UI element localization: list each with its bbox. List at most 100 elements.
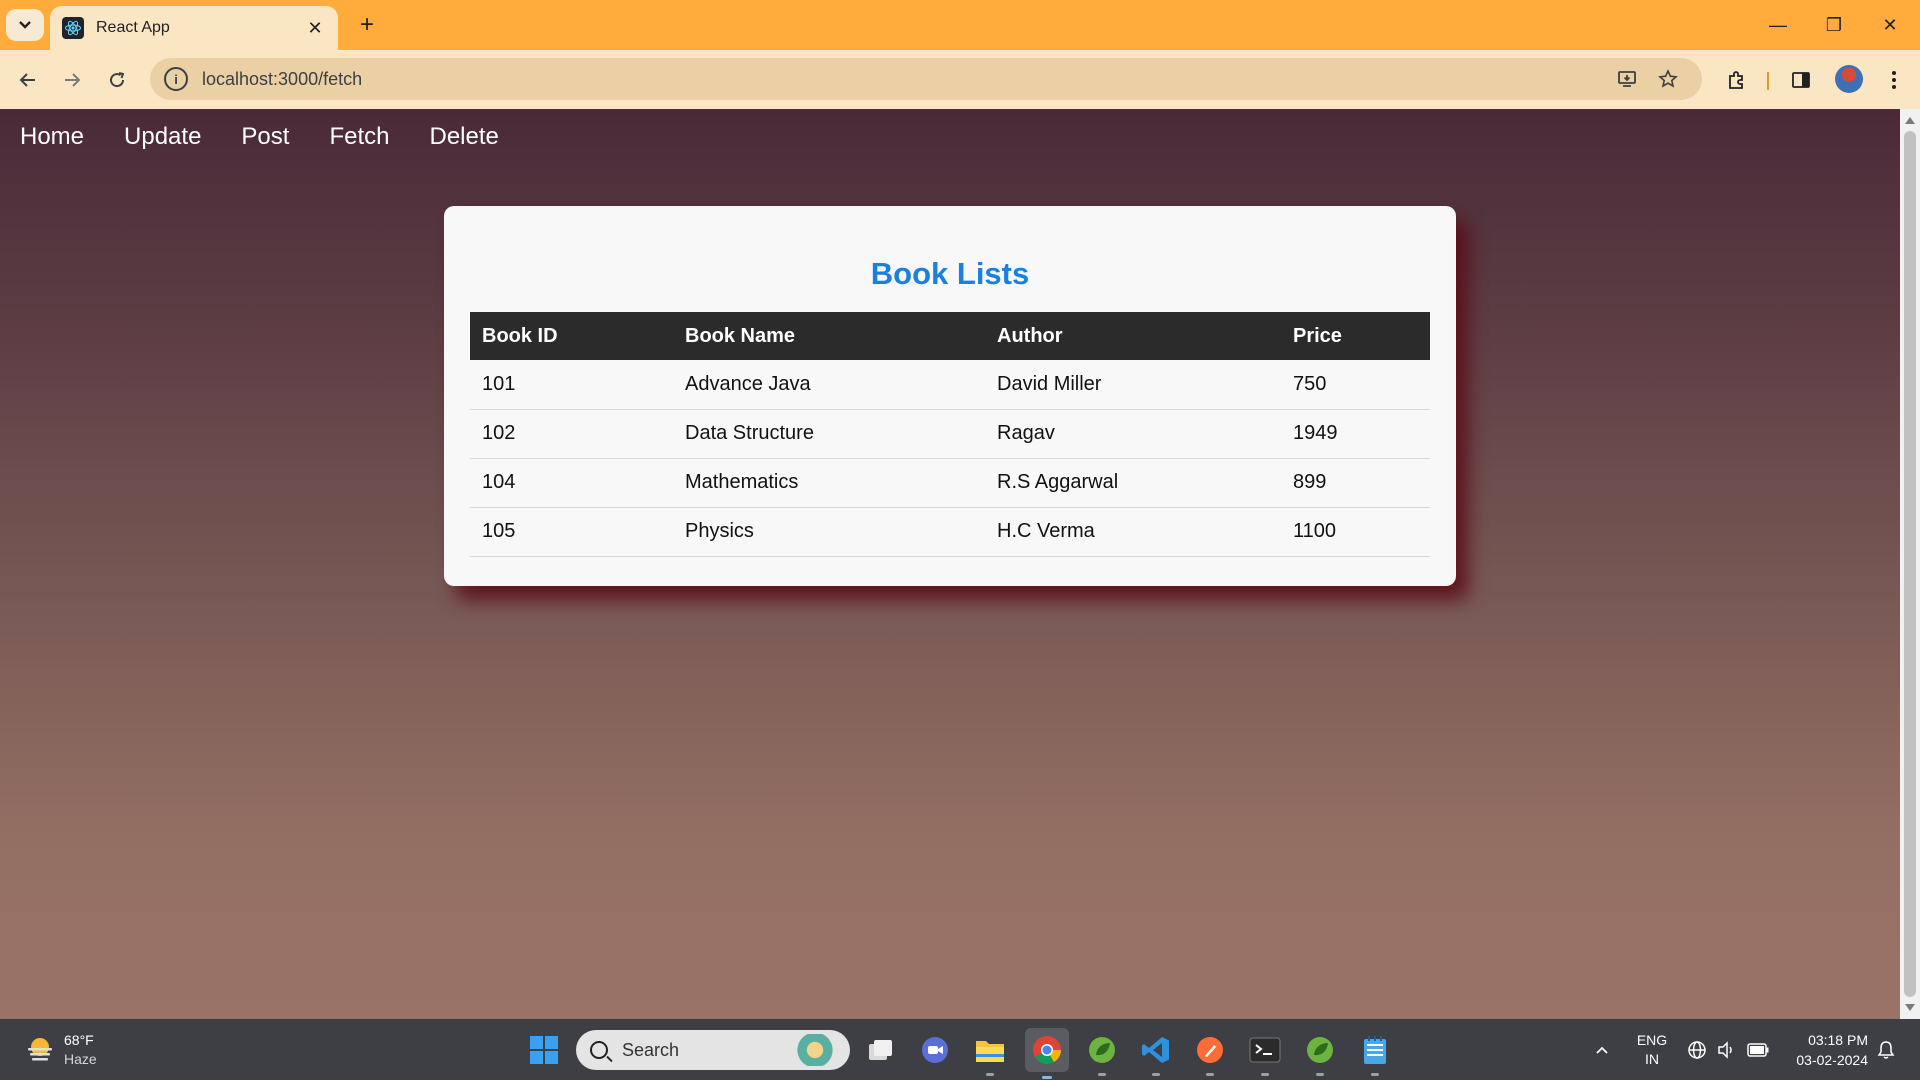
spring-tool-suite-2-icon[interactable] (1301, 1031, 1339, 1076)
running-indicator (1371, 1073, 1379, 1076)
tab-search-button[interactable] (6, 9, 44, 41)
cell-price: 899 (1281, 458, 1430, 508)
cell-book-name: Mathematics (673, 458, 985, 508)
profile-avatar[interactable] (1835, 65, 1863, 93)
table-row: 101 Advance Java David Miller 750 (470, 360, 1430, 410)
running-indicator (986, 1073, 994, 1076)
side-panel-icon[interactable] (1787, 66, 1815, 94)
tab-title: React App (96, 19, 170, 36)
teams-meet-icon[interactable] (916, 1031, 954, 1069)
react-logo-icon (62, 17, 84, 39)
windows-taskbar: 68°F Haze Search ENG IN 03:18 PM 03-02-2… (0, 1019, 1920, 1080)
running-indicator (1316, 1073, 1324, 1076)
cell-book-id: 104 (470, 458, 673, 508)
address-bar[interactable]: i localhost:3000/fetch (150, 58, 1702, 100)
toolbar-divider (1767, 72, 1769, 90)
kebab-menu-icon[interactable] (1880, 66, 1908, 94)
notepad-icon[interactable] (1356, 1031, 1394, 1076)
haze-sun-icon[interactable] (24, 1035, 56, 1063)
weather-temperature[interactable]: 68°F (64, 1032, 94, 1048)
notification-bell-icon[interactable] (1874, 1019, 1898, 1080)
close-window-button[interactable]: ✕ (1862, 0, 1918, 50)
chrome-icon[interactable] (1025, 1028, 1069, 1079)
postman-icon[interactable] (1191, 1031, 1229, 1076)
browser-tab-strip: React App ✕ + — ❐ ✕ (0, 0, 1920, 50)
cell-book-id: 102 (470, 409, 673, 459)
cell-book-name: Advance Java (673, 360, 985, 410)
restore-button[interactable]: ❐ (1806, 0, 1862, 50)
bookmark-star-icon[interactable] (1656, 67, 1680, 91)
back-button[interactable] (10, 62, 46, 98)
file-explorer-icon[interactable] (971, 1031, 1009, 1076)
network-globe-icon[interactable] (1685, 1019, 1709, 1080)
page-viewport: Home Update Post Fetch Delete Book Lists… (0, 109, 1900, 1019)
cell-author: R.S Aggarwal (985, 458, 1281, 508)
nav-update[interactable]: Update (124, 123, 201, 151)
clock-date[interactable]: 03-02-2024 (1784, 1052, 1868, 1068)
spring-tool-suite-icon[interactable] (1083, 1031, 1121, 1076)
show-hidden-icons-chevron-up-icon[interactable] (1590, 1019, 1614, 1080)
tab-close-icon[interactable]: ✕ (304, 17, 326, 39)
chevron-down-icon (19, 21, 31, 29)
reload-icon (110, 72, 125, 88)
table-header-row: Book ID Book Name Author Price (470, 312, 1430, 360)
nav-fetch[interactable]: Fetch (329, 123, 389, 151)
terminal-icon[interactable] (1246, 1031, 1284, 1076)
running-indicator (1261, 1073, 1269, 1076)
running-indicator (1206, 1073, 1214, 1076)
scroll-up-arrow-icon[interactable] (1905, 117, 1915, 124)
nav-delete[interactable]: Delete (429, 123, 498, 151)
search-icon (590, 1041, 608, 1059)
weather-description[interactable]: Haze (64, 1051, 97, 1067)
battery-icon[interactable] (1744, 1019, 1772, 1080)
page-scrollbar[interactable] (1900, 109, 1920, 1019)
scrollbar-thumb[interactable] (1904, 131, 1916, 997)
site-info-icon[interactable]: i (164, 67, 188, 91)
book-list-card: Book Lists Book ID Book Name Author Pric… (444, 206, 1456, 586)
nav-home[interactable]: Home (20, 123, 84, 151)
running-indicator (1152, 1073, 1160, 1076)
minimize-button[interactable]: — (1750, 0, 1806, 50)
cell-price: 1100 (1281, 507, 1430, 557)
taskbar-search[interactable]: Search (576, 1030, 850, 1070)
task-view-icon[interactable] (862, 1031, 900, 1069)
nav-post[interactable]: Post (241, 123, 289, 151)
install-app-icon[interactable] (1615, 67, 1639, 91)
table-row: 104 Mathematics R.S Aggarwal 899 (470, 458, 1430, 508)
column-header-book-id: Book ID (470, 312, 673, 360)
windows-start-icon[interactable] (525, 1031, 563, 1069)
language-indicator-top[interactable]: ENG (1636, 1032, 1668, 1048)
scroll-down-arrow-icon[interactable] (1905, 1004, 1915, 1011)
cell-price: 1949 (1281, 409, 1430, 459)
language-indicator-bottom[interactable]: IN (1636, 1051, 1668, 1067)
volume-icon[interactable] (1714, 1019, 1738, 1080)
new-tab-button[interactable]: + (352, 10, 382, 40)
cell-author: Ragav (985, 409, 1281, 459)
vscode-icon[interactable] (1137, 1031, 1175, 1076)
running-indicator (1042, 1076, 1052, 1079)
column-header-author: Author (985, 312, 1281, 360)
browser-toolbar: i localhost:3000/fetch (0, 50, 1920, 109)
reload-button[interactable] (99, 62, 135, 98)
browser-tab-react-app[interactable]: React App ✕ (50, 6, 338, 50)
arrow-left-icon (19, 73, 35, 87)
column-header-price: Price (1281, 312, 1430, 360)
cell-book-name: Data Structure (673, 409, 985, 459)
app-navbar: Home Update Post Fetch Delete (0, 109, 539, 164)
running-indicator (1098, 1073, 1106, 1076)
extensions-puzzle-icon[interactable] (1722, 66, 1750, 94)
books-table: Book ID Book Name Author Price 101 Advan… (470, 312, 1430, 557)
table-row: 102 Data Structure Ragav 1949 (470, 409, 1430, 459)
page-title: Book Lists (870, 256, 1030, 291)
clock-time[interactable]: 03:18 PM (1784, 1032, 1868, 1048)
table-row: 105 Physics H.C Verma 1100 (470, 507, 1430, 557)
column-header-book-name: Book Name (673, 312, 985, 360)
forward-button[interactable] (54, 62, 90, 98)
arrow-right-icon (65, 73, 81, 87)
search-highlight-image (788, 1034, 842, 1066)
cell-author: H.C Verma (985, 507, 1281, 557)
url-text[interactable]: localhost:3000/fetch (202, 69, 362, 90)
taskbar-search-label: Search (622, 1039, 680, 1060)
cell-book-id: 101 (470, 360, 673, 410)
cell-book-name: Physics (673, 507, 985, 557)
